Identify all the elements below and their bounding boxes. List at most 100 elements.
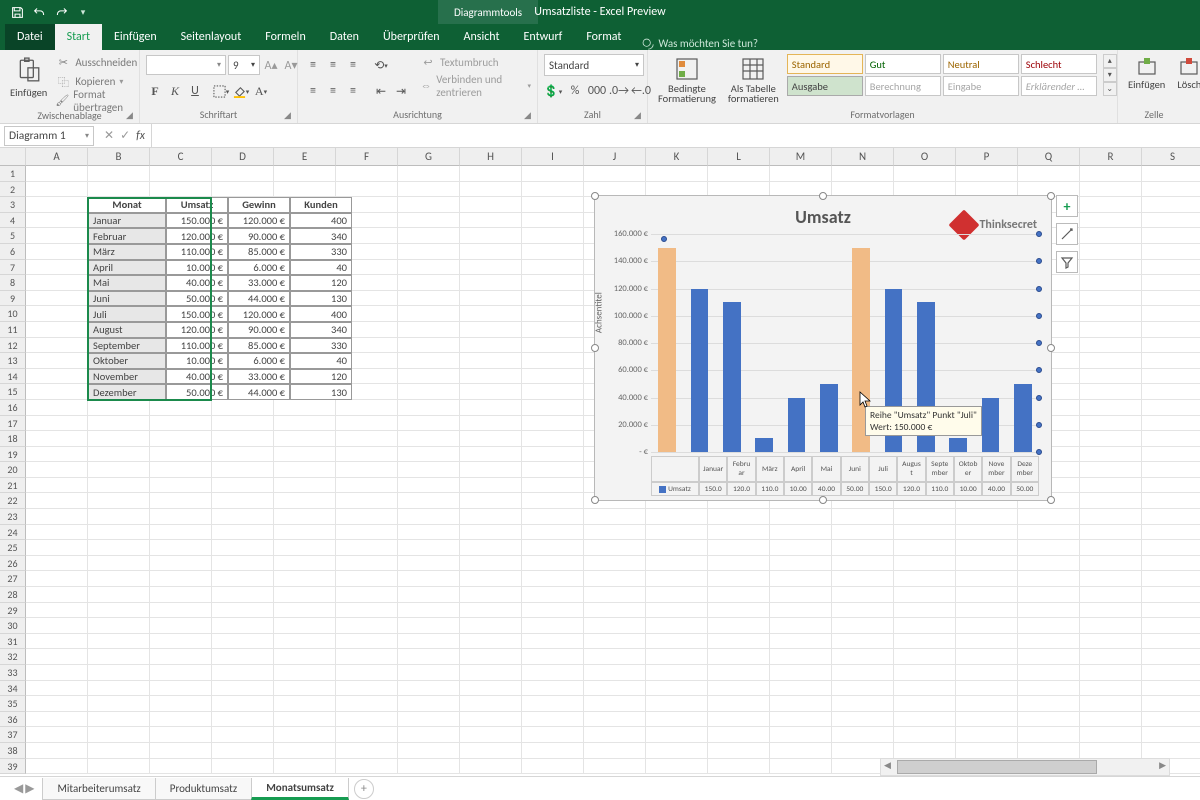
cell[interactable] <box>522 322 584 338</box>
cell[interactable] <box>336 525 398 541</box>
cell[interactable] <box>336 603 398 619</box>
row-header-14[interactable]: 14 <box>0 369 26 385</box>
cell[interactable] <box>894 696 956 712</box>
col-header-M[interactable]: M <box>770 148 832 166</box>
horizontal-scrollbar[interactable]: ◀ ▶ <box>880 758 1170 776</box>
cell[interactable] <box>522 260 584 276</box>
cell[interactable] <box>832 525 894 541</box>
cell[interactable] <box>150 182 212 198</box>
cell[interactable] <box>646 603 708 619</box>
cell[interactable] <box>956 618 1018 634</box>
row-header-20[interactable]: 20 <box>0 462 26 478</box>
cell[interactable] <box>398 727 460 743</box>
table-cell[interactable]: 6.000 € <box>228 353 290 369</box>
cell[interactable] <box>1142 166 1200 182</box>
cell[interactable] <box>708 556 770 572</box>
cell[interactable] <box>894 540 956 556</box>
cell[interactable] <box>522 306 584 322</box>
cell[interactable] <box>460 400 522 416</box>
table-cell[interactable]: 40.000 € <box>166 275 228 291</box>
cell[interactable] <box>894 665 956 681</box>
cell[interactable] <box>708 618 770 634</box>
row-header-18[interactable]: 18 <box>0 431 26 447</box>
cell[interactable] <box>1142 306 1200 322</box>
cell[interactable] <box>1080 556 1142 572</box>
cell[interactable] <box>832 665 894 681</box>
cell[interactable] <box>1080 727 1142 743</box>
row-header-35[interactable]: 35 <box>0 696 26 712</box>
cell[interactable] <box>832 587 894 603</box>
cell[interactable] <box>522 696 584 712</box>
cell[interactable] <box>522 478 584 494</box>
cell[interactable] <box>336 696 398 712</box>
cell[interactable] <box>398 681 460 697</box>
cell[interactable] <box>584 603 646 619</box>
cell[interactable] <box>212 182 274 198</box>
cell[interactable] <box>26 291 88 307</box>
cell[interactable] <box>1080 696 1142 712</box>
cell[interactable] <box>26 400 88 416</box>
row-header-27[interactable]: 27 <box>0 571 26 587</box>
cell[interactable] <box>150 759 212 775</box>
embedded-chart[interactable]: Umsatz Thinksecret Achsentitel - €20.000… <box>594 195 1052 501</box>
cell[interactable] <box>150 166 212 182</box>
cell[interactable] <box>88 166 150 182</box>
cell[interactable] <box>274 447 336 463</box>
cell[interactable] <box>26 727 88 743</box>
table-cell[interactable]: 330 <box>290 338 352 354</box>
row-header-10[interactable]: 10 <box>0 306 26 322</box>
tab-formeln[interactable]: Formeln <box>253 24 317 50</box>
inc-decimal-icon[interactable]: .0→ <box>610 82 628 100</box>
row-header-32[interactable]: 32 <box>0 649 26 665</box>
cell[interactable] <box>708 540 770 556</box>
cell[interactable] <box>26 275 88 291</box>
cell[interactable] <box>398 353 460 369</box>
align-bottom-icon[interactable]: ≡ <box>344 56 362 74</box>
cell[interactable] <box>88 525 150 541</box>
table-cell[interactable]: 10.000 € <box>166 353 228 369</box>
cell[interactable] <box>398 447 460 463</box>
cell[interactable] <box>212 493 274 509</box>
cell[interactable] <box>212 696 274 712</box>
cell[interactable] <box>460 353 522 369</box>
table-cell[interactable]: Gewinn <box>228 197 290 213</box>
cell[interactable] <box>1142 228 1200 244</box>
sheet-tab-produktumsatz[interactable]: Produktumsatz <box>155 778 252 800</box>
tab-entwurf[interactable]: Entwurf <box>512 24 575 50</box>
table-cell[interactable]: 44.000 € <box>228 291 290 307</box>
chart-elements-button[interactable]: + <box>1056 195 1078 217</box>
cell[interactable] <box>150 743 212 759</box>
cell[interactable] <box>336 182 398 198</box>
cell[interactable] <box>584 681 646 697</box>
cell[interactable] <box>1018 166 1080 182</box>
cell[interactable] <box>336 447 398 463</box>
cell[interactable] <box>894 712 956 728</box>
row-header-12[interactable]: 12 <box>0 338 26 354</box>
cell[interactable] <box>212 603 274 619</box>
cell[interactable] <box>150 649 212 665</box>
cell[interactable] <box>398 182 460 198</box>
table-cell[interactable]: 40.000 € <box>166 369 228 385</box>
cell[interactable] <box>1018 727 1080 743</box>
table-cell[interactable]: 50.000 € <box>166 384 228 400</box>
cell[interactable] <box>1080 369 1142 385</box>
cell[interactable] <box>460 431 522 447</box>
cell[interactable] <box>88 727 150 743</box>
row-header-6[interactable]: 6 <box>0 244 26 260</box>
chart-styles-button[interactable] <box>1056 223 1078 245</box>
fill-color-button[interactable]: ▾ <box>232 82 250 100</box>
cell[interactable] <box>26 681 88 697</box>
cell[interactable] <box>274 696 336 712</box>
cell[interactable] <box>274 587 336 603</box>
cell[interactable] <box>336 727 398 743</box>
cell[interactable] <box>150 431 212 447</box>
save-icon[interactable] <box>10 5 24 19</box>
add-sheet-button[interactable]: + <box>354 779 374 799</box>
table-cell[interactable]: 120 <box>290 369 352 385</box>
sheet-nav-prev-icon[interactable]: ◀ <box>14 781 23 796</box>
cell[interactable] <box>1142 384 1200 400</box>
cell[interactable] <box>26 493 88 509</box>
row-header-17[interactable]: 17 <box>0 416 26 432</box>
cell[interactable] <box>26 182 88 198</box>
table-cell[interactable]: November <box>88 369 166 385</box>
